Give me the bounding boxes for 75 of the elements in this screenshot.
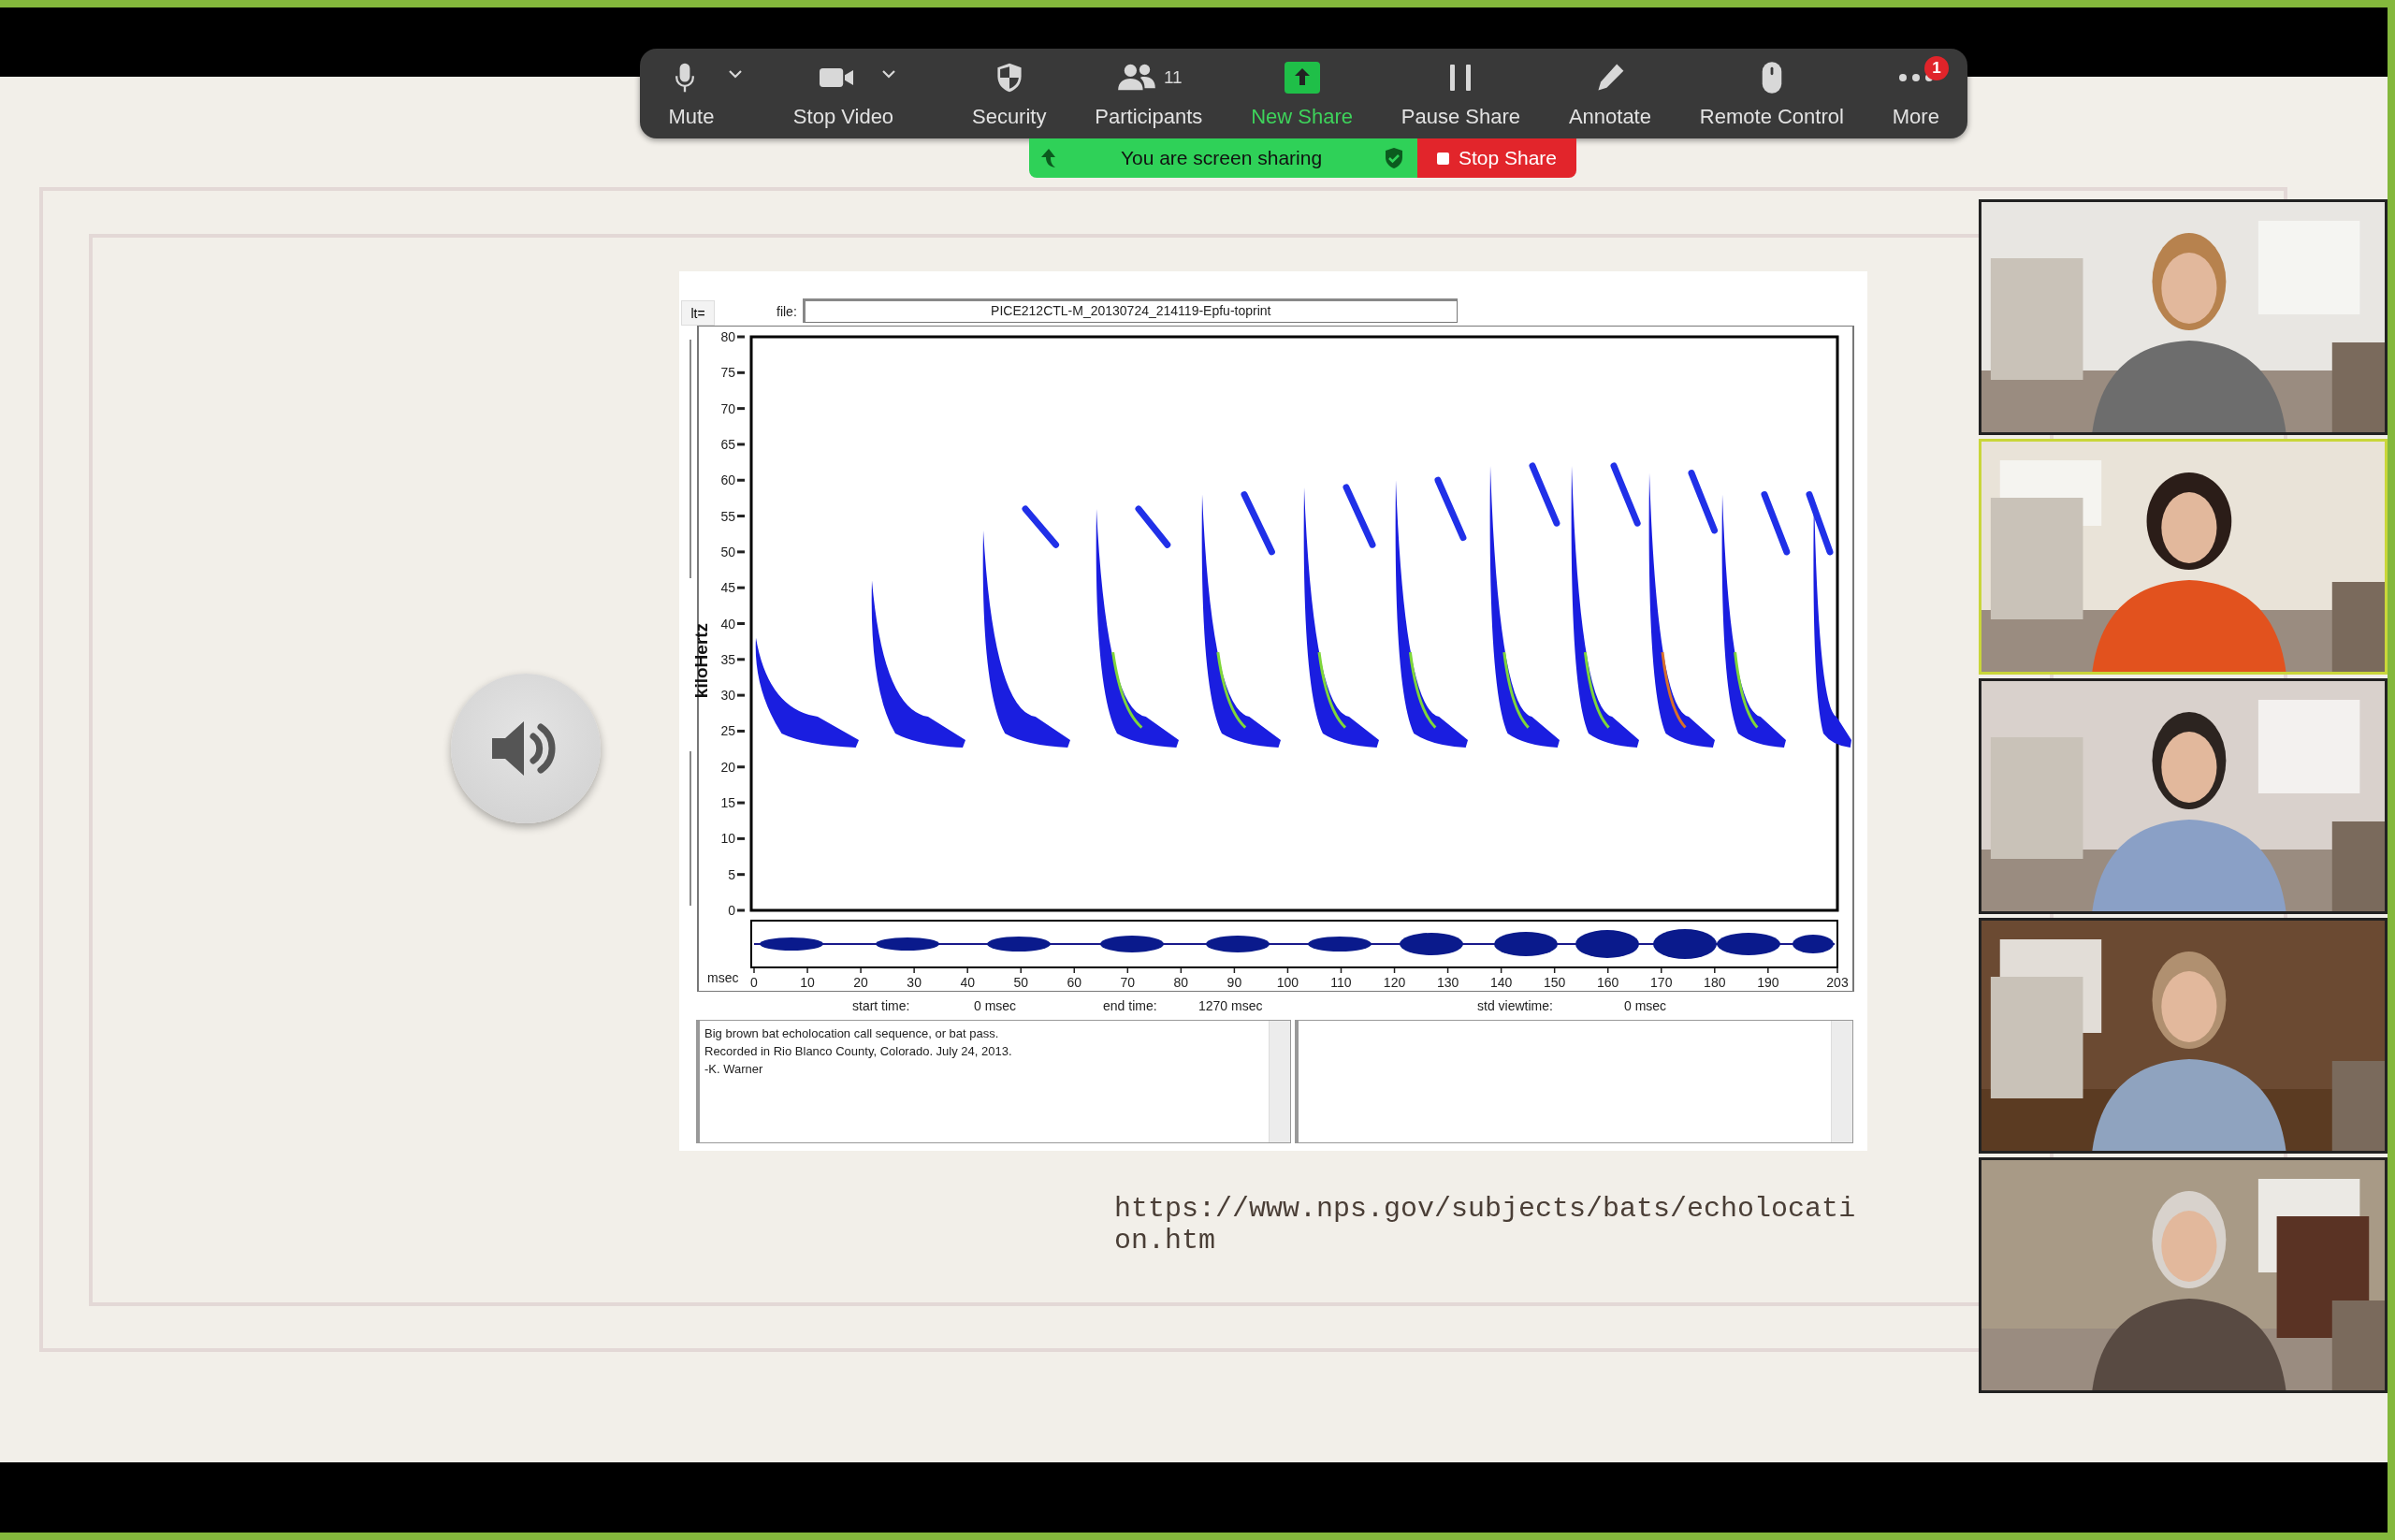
y-tick-label: 45 bbox=[720, 580, 735, 596]
x-tick-label: 130 bbox=[1436, 975, 1459, 990]
shield-icon bbox=[1384, 147, 1404, 169]
note-line: Big brown bat echolocation call sequence, or bat pass. bbox=[704, 1025, 1000, 1042]
y-tick-label: 5 bbox=[728, 866, 735, 882]
y-tick-label: 35 bbox=[720, 651, 735, 667]
toolbar-button[interactable]: 11 Participants bbox=[1087, 49, 1211, 138]
notification-badge: 1 bbox=[1923, 56, 1949, 80]
x-tick-label: 190 bbox=[1757, 975, 1779, 990]
sharing-status: You are screen sharing bbox=[1119, 147, 1324, 169]
y-tick-label: 0 bbox=[728, 903, 735, 918]
time-label: std viewtime: bbox=[1477, 998, 1554, 1013]
x-tick-label: 90 bbox=[1227, 975, 1242, 990]
share-icon bbox=[1283, 61, 1321, 94]
time-label: end time: bbox=[1103, 998, 1158, 1013]
x-tick-label: 170 bbox=[1650, 975, 1673, 990]
time-label: start time: bbox=[852, 998, 911, 1013]
axis-unit: msec bbox=[707, 970, 739, 985]
y-tick-label: 25 bbox=[720, 723, 735, 739]
file-label: file: bbox=[777, 304, 797, 319]
toolbar-button[interactable]: Remote Control bbox=[1691, 49, 1851, 138]
notes-text-area[interactable]: Big brown bat echolocation call sequence, or bat pass. Recorded in Rio Blanco County, Colorado. July 24, 2013. -K. Warner bbox=[696, 1020, 1291, 1143]
x-tick-label: 160 bbox=[1597, 975, 1619, 990]
x-tick-label: 0 bbox=[750, 975, 758, 990]
y-tick-label: 55 bbox=[720, 508, 735, 524]
scrollbar[interactable] bbox=[1831, 1021, 1852, 1142]
time-value: 1270 msec bbox=[1198, 998, 1264, 1013]
toolbar-button[interactable]: Pause Share bbox=[1393, 49, 1529, 138]
axis-label: kiloHertz bbox=[691, 622, 711, 699]
toolbar-button[interactable]: Mute bbox=[660, 49, 752, 138]
stop-icon bbox=[1436, 152, 1449, 165]
x-tick-label: 10 bbox=[800, 975, 815, 990]
file-name-field[interactable]: PICE212CTL-M_20130724_214119-Epfu-toprint bbox=[802, 298, 1458, 323]
toolbar-button[interactable]: 1 More bbox=[1884, 49, 1947, 138]
y-tick-label: 40 bbox=[720, 616, 735, 632]
x-tick-label: 203 bbox=[1826, 975, 1849, 990]
y-tick-label: 60 bbox=[720, 472, 735, 488]
y-tick-label: 15 bbox=[720, 795, 735, 811]
time-value: 0 msec bbox=[1624, 998, 1668, 1013]
x-tick-label: 30 bbox=[907, 975, 922, 990]
lt-button[interactable]: lt= bbox=[681, 300, 715, 326]
participant-count: 11 bbox=[1163, 67, 1183, 88]
y-tick-label: 30 bbox=[720, 688, 735, 704]
link-text: https://www.nps.gov/subjects/bats/echolocation.htm bbox=[1114, 1193, 1857, 1257]
x-tick-label: 70 bbox=[1120, 975, 1136, 990]
y-tick-label: 50 bbox=[720, 544, 735, 559]
y-tick-label: 80 bbox=[720, 329, 735, 344]
x-tick-label: 50 bbox=[1013, 975, 1028, 990]
toolbar-button[interactable]: Stop Video bbox=[785, 49, 932, 138]
stop-share-button[interactable]: Stop Share bbox=[1417, 138, 1576, 178]
time-value: 0 msec bbox=[974, 998, 1018, 1013]
toolbar-button[interactable]: Annotate bbox=[1560, 49, 1659, 138]
y-tick-label: 20 bbox=[720, 759, 735, 775]
x-tick-label: 60 bbox=[1067, 975, 1082, 990]
x-tick-label: 100 bbox=[1276, 975, 1299, 990]
toolbar-button[interactable]: Security bbox=[964, 49, 1054, 138]
y-tick-label: 65 bbox=[720, 436, 735, 452]
toolbar-button[interactable]: New Share bbox=[1243, 49, 1360, 138]
x-tick-label: 150 bbox=[1544, 975, 1566, 990]
x-tick-label: 180 bbox=[1704, 975, 1726, 990]
y-tick-label: 75 bbox=[720, 365, 735, 381]
x-tick-label: 80 bbox=[1173, 975, 1189, 990]
y-tick-label: 70 bbox=[720, 400, 735, 416]
x-tick-label: 110 bbox=[1330, 975, 1352, 990]
note-line: Recorded in Rio Blanco County, Colorado. July 24, 2013. bbox=[704, 1043, 1013, 1060]
scrollbar[interactable] bbox=[1269, 1021, 1290, 1142]
note-line: -K. Warner bbox=[704, 1061, 764, 1078]
y-tick-label: 10 bbox=[720, 831, 735, 847]
text-area[interactable] bbox=[1295, 1020, 1853, 1143]
caret-icon[interactable] bbox=[881, 69, 897, 79]
x-tick-label: 120 bbox=[1383, 975, 1406, 990]
x-tick-label: 140 bbox=[1489, 975, 1513, 990]
x-tick-label: 20 bbox=[853, 975, 868, 990]
caret-icon[interactable] bbox=[728, 69, 743, 79]
x-tick-label: 40 bbox=[960, 975, 975, 990]
